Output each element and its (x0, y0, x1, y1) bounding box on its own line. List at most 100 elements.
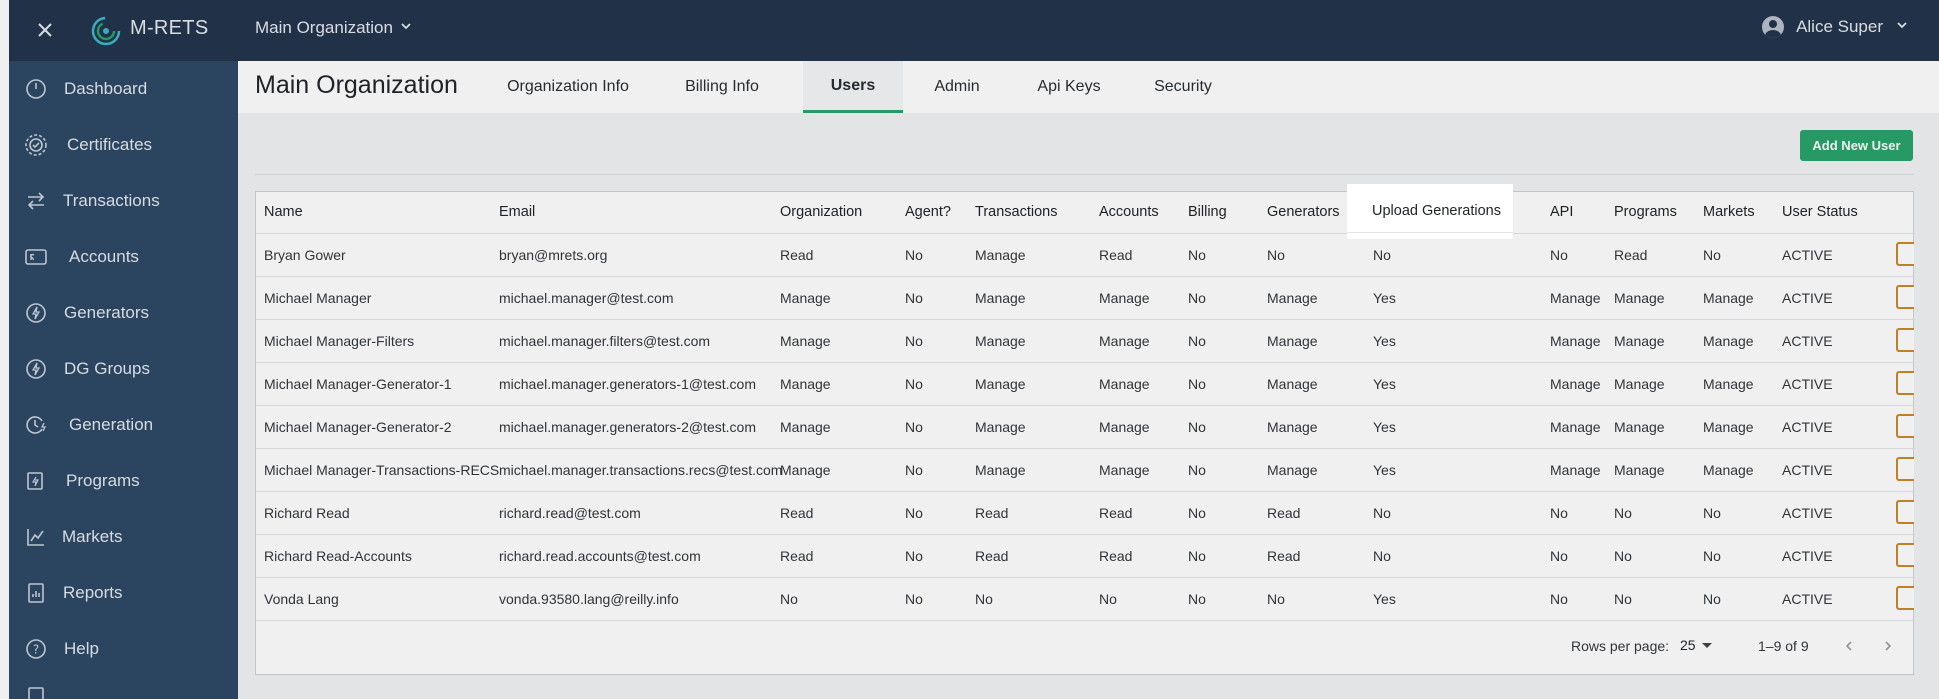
table-cell: Manage (1614, 376, 1665, 392)
table-cell: Read (1267, 548, 1301, 564)
tab-api-keys[interactable]: Api Keys (1023, 61, 1115, 113)
sidebar-item-more[interactable] (9, 681, 238, 699)
chevron-right-icon (1885, 641, 1892, 651)
certificate-icon (24, 133, 48, 157)
tab-billing-info[interactable]: Billing Info (670, 61, 774, 113)
column-header[interactable]: Agent? (905, 204, 951, 220)
highlighted-column-header[interactable]: Upload Generations (1372, 203, 1501, 219)
close-icon[interactable] (31, 16, 59, 44)
brand-name: M-RETS (130, 17, 209, 39)
table-cell: Yes (1373, 290, 1396, 306)
org-selector-label: Main Organization (255, 18, 393, 37)
table-cell: Michael Manager-Generator-2 (264, 419, 452, 435)
table-cell: Manage (1267, 290, 1318, 306)
prev-page-button[interactable] (1839, 636, 1859, 656)
sidebar-item-label: DG Groups (64, 359, 150, 378)
sidebar-item-markets[interactable]: Markets (9, 517, 238, 557)
org-selector[interactable]: Main Organization (255, 18, 413, 38)
sidebar-item-help[interactable]: ? Help (9, 629, 238, 669)
table-cell: No (905, 505, 923, 521)
sidebar-item-label: Generators (64, 303, 150, 322)
row-action-button[interactable] (1896, 285, 1914, 309)
sidebar-item-dg-groups[interactable]: DG Groups (9, 349, 238, 389)
rows-per-page-value: 25 (1680, 637, 1696, 653)
sidebar-item-generation[interactable]: Generation (9, 405, 238, 445)
table-cell: ACTIVE (1782, 591, 1833, 607)
table-cell: No (1373, 505, 1391, 521)
sidebar-item-reports[interactable]: Reports (9, 573, 238, 613)
program-doc-icon (24, 469, 48, 493)
column-header[interactable]: Organization (780, 204, 862, 220)
tab-users[interactable]: Users (803, 61, 903, 113)
table-cell: Manage (780, 419, 831, 435)
table-cell: Michael Manager-Filters (264, 333, 415, 349)
table-cell: Manage (1099, 376, 1150, 392)
table-cell: No (1703, 247, 1721, 263)
rows-per-page-select[interactable]: 25 (1680, 637, 1712, 653)
row-action-button[interactable] (1896, 543, 1914, 567)
table-cell: No (1373, 247, 1391, 263)
add-new-user-button[interactable]: Add New User (1800, 130, 1913, 161)
table-cell: No (1614, 505, 1632, 521)
sidebar-item-programs[interactable]: Programs (9, 461, 238, 501)
dashboard-icon (24, 77, 48, 101)
table-cell: Manage (1267, 333, 1318, 349)
table-cell: No (905, 333, 923, 349)
sidebar-item-dashboard[interactable]: Dashboard (9, 69, 238, 109)
table-cell: Manage (1099, 462, 1150, 478)
tab-security[interactable]: Security (1141, 61, 1225, 113)
column-header[interactable]: Generators (1267, 204, 1340, 220)
left-edge (0, 0, 9, 699)
next-page-button[interactable] (1878, 636, 1898, 656)
table-cell: michael.manager.generators-2@test.com (499, 419, 756, 435)
table-cell: Manage (1550, 419, 1601, 435)
row-divider (256, 362, 1915, 363)
row-action-button[interactable] (1896, 414, 1914, 438)
table-cell: Richard Read-Accounts (264, 548, 412, 564)
sidebar-item-certificates[interactable]: Certificates (9, 125, 238, 165)
row-divider (256, 276, 1915, 277)
column-header[interactable]: API (1550, 204, 1573, 220)
table-cell: Manage (1550, 290, 1601, 306)
tab-admin[interactable]: Admin (921, 61, 993, 113)
row-action-button[interactable] (1896, 457, 1914, 481)
table-cell: No (1188, 333, 1206, 349)
column-header[interactable]: Accounts (1099, 204, 1159, 220)
column-header[interactable]: Markets (1703, 204, 1755, 220)
column-header[interactable]: Name (264, 204, 303, 220)
row-action-button[interactable] (1896, 586, 1914, 610)
sidebar-item-label: Programs (66, 471, 140, 490)
table-cell: Read (1267, 505, 1301, 521)
table-cell: Read (1099, 247, 1133, 263)
column-header[interactable]: Billing (1188, 204, 1227, 220)
table-cell: Manage (975, 419, 1026, 435)
sidebar-item-accounts[interactable]: Accounts (9, 237, 238, 277)
user-menu[interactable]: Alice Super (1762, 16, 1909, 38)
table-cell: ACTIVE (1782, 290, 1833, 306)
account-card-icon (24, 245, 48, 269)
table-cell: No (905, 548, 923, 564)
row-action-button[interactable] (1896, 500, 1914, 524)
table-cell: Manage (1550, 333, 1601, 349)
column-header[interactable]: Email (499, 204, 535, 220)
table-cell: Manage (1614, 290, 1665, 306)
column-header[interactable]: Transactions (975, 204, 1057, 220)
row-action-button[interactable] (1896, 371, 1914, 395)
lightning-icon (24, 301, 48, 325)
table-cell: Manage (1703, 462, 1754, 478)
row-action-button[interactable] (1896, 242, 1914, 266)
page-title: Main Organization (255, 71, 458, 99)
column-header[interactable]: Programs (1614, 204, 1677, 220)
column-header[interactable]: User Status (1782, 204, 1858, 220)
row-action-button[interactable] (1896, 328, 1914, 352)
table-cell: ACTIVE (1782, 462, 1833, 478)
table-cell: No (1188, 247, 1206, 263)
table-cell: No (905, 591, 923, 607)
table-cell: Manage (1703, 376, 1754, 392)
pagination-range: 1–9 of 9 (1758, 638, 1809, 654)
row-divider (256, 448, 1915, 449)
sidebar-item-transactions[interactable]: Transactions (9, 181, 238, 221)
tab-organization-info[interactable]: Organization Info (496, 61, 640, 113)
avatar-icon (1762, 16, 1785, 38)
sidebar-item-generators[interactable]: Generators (9, 293, 238, 333)
